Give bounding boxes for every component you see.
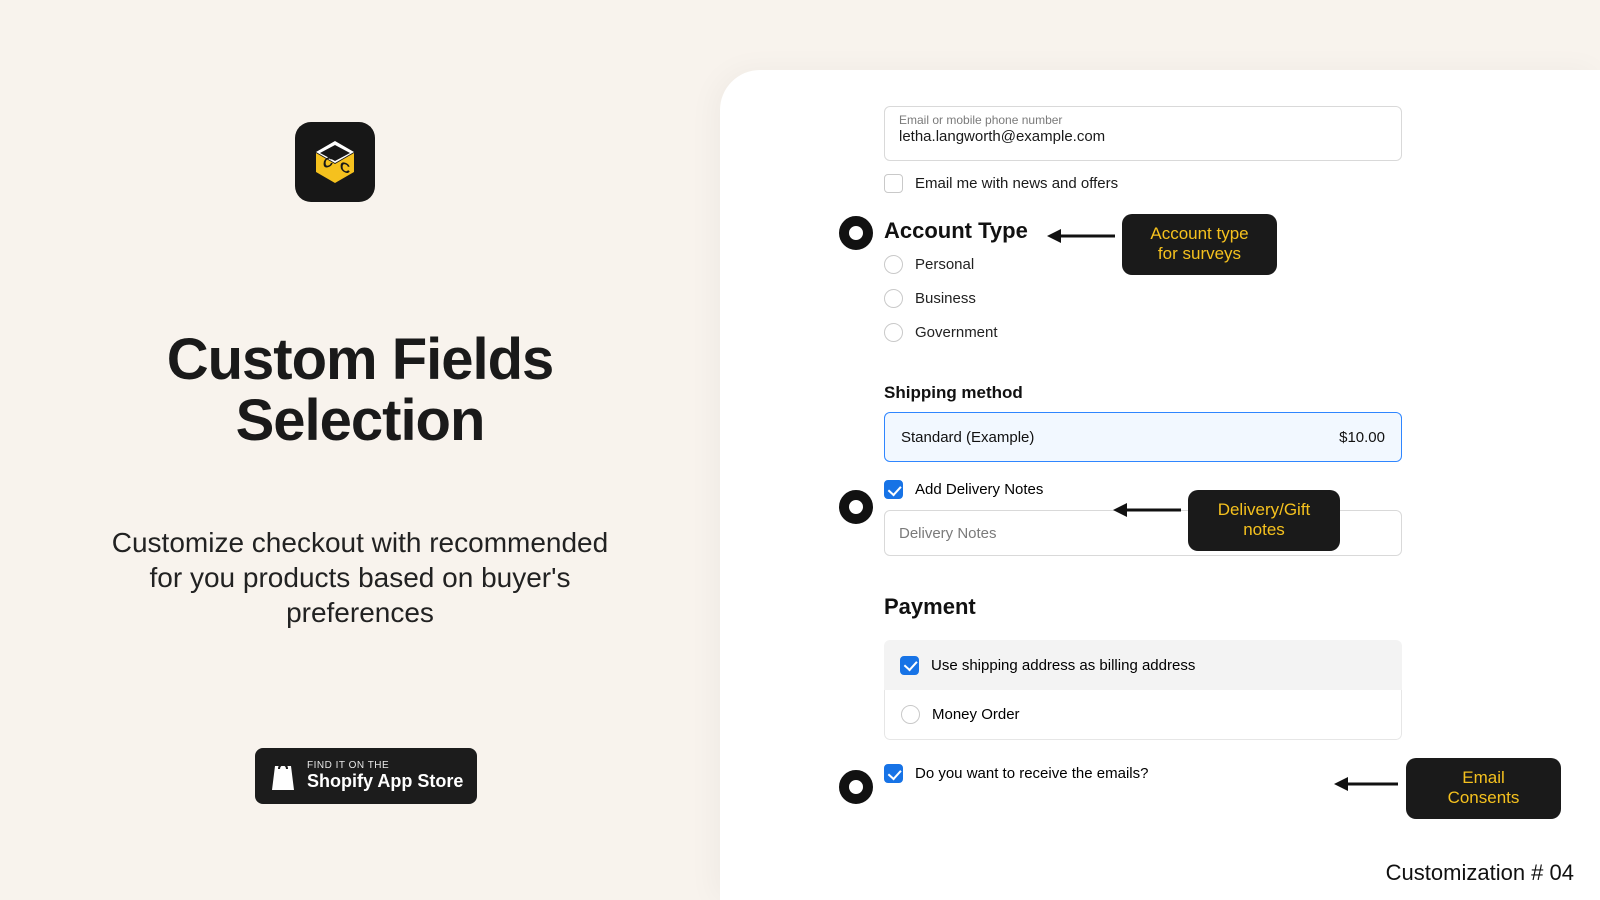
badge-line2: Shopify App Store (307, 771, 463, 792)
account-type-option: Personal (915, 256, 974, 273)
tooltip-delivery-notes: Delivery/Gift notes (1188, 490, 1340, 551)
app-logo: C C (295, 122, 375, 202)
email-label: Email or mobile phone number (899, 113, 1387, 127)
customization-number: Customization # 04 (1386, 860, 1574, 886)
account-type-option: Government (915, 324, 998, 341)
billing-same-label: Use shipping address as billing address (931, 657, 1195, 674)
path-bullet (839, 216, 873, 250)
account-type-radio-government[interactable] (884, 323, 903, 342)
shipping-option-price: $10.00 (1339, 429, 1385, 446)
tooltip-account-type: Account type for surveys (1122, 214, 1277, 275)
svg-text:C: C (340, 159, 350, 178)
news-label: Email me with news and offers (915, 175, 1118, 192)
delivery-notes-checkbox[interactable] (884, 480, 903, 499)
path-bullet (839, 770, 873, 804)
arrow-left-icon (1045, 224, 1117, 248)
billing-same-checkbox[interactable] (900, 656, 919, 675)
shipping-option-selected[interactable]: Standard (Example) $10.00 (884, 412, 1402, 462)
shopify-app-store-badge[interactable]: FIND IT ON THE Shopify App Store (255, 748, 477, 804)
path-bullet (839, 490, 873, 524)
page-title: Custom Fields Selection (50, 330, 670, 452)
account-type-option: Business (915, 290, 976, 307)
page-subtitle: Customize checkout with recommended for … (100, 525, 620, 630)
emails-consent-label: Do you want to receive the emails? (915, 765, 1148, 782)
account-type-heading: Account Type (884, 218, 1028, 244)
email-field[interactable]: Email or mobile phone number letha.langw… (884, 106, 1402, 161)
arrow-left-icon (1111, 498, 1183, 522)
tooltip-email-consents: Email Consents (1406, 758, 1561, 819)
payment-heading: Payment (884, 594, 976, 620)
arrow-left-icon (1332, 772, 1400, 796)
news-checkbox[interactable] (884, 174, 903, 193)
svg-text:C: C (323, 154, 333, 173)
account-type-radio-business[interactable] (884, 289, 903, 308)
shopify-bag-icon (269, 760, 297, 792)
delivery-notes-placeholder: Delivery Notes (899, 525, 997, 542)
account-type-radio-personal[interactable] (884, 255, 903, 274)
shipping-method-heading: Shipping method (884, 383, 1023, 403)
shipping-option-label: Standard (Example) (901, 429, 1034, 446)
money-order-label: Money Order (932, 706, 1020, 723)
badge-line1: FIND IT ON THE (307, 760, 463, 771)
delivery-notes-label: Add Delivery Notes (915, 481, 1043, 498)
emails-consent-checkbox[interactable] (884, 764, 903, 783)
money-order-radio[interactable] (901, 705, 920, 724)
email-value: letha.langworth@example.com (899, 128, 1387, 145)
